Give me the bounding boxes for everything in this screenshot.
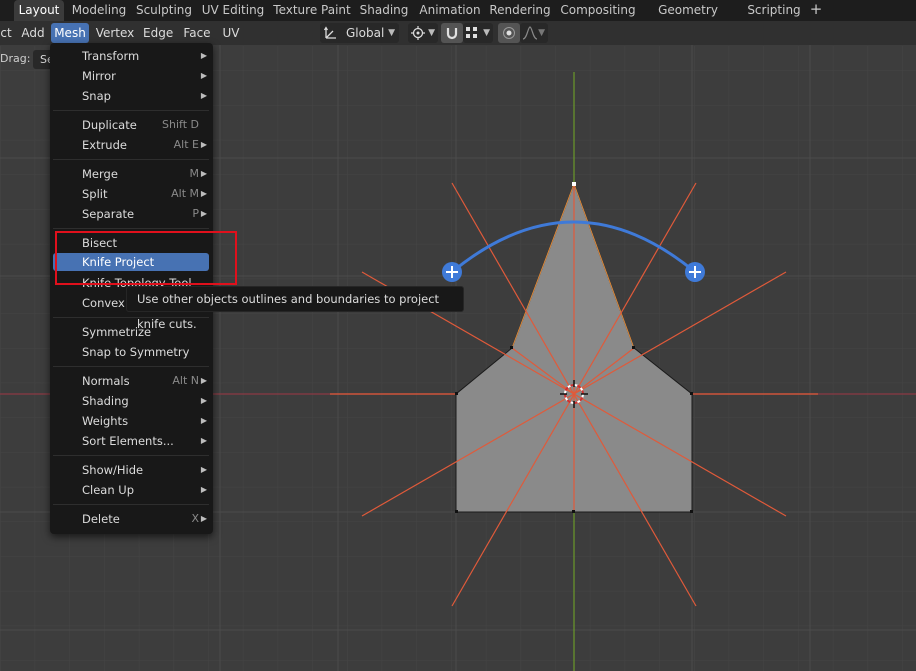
header-menu-edge[interactable]: Edge xyxy=(143,23,173,43)
submenu-arrow-icon: ▶ xyxy=(200,436,207,445)
menu-separator xyxy=(53,159,209,160)
submenu-arrow-icon: ▶ xyxy=(200,71,207,80)
submenu-arrow-icon: ▶ xyxy=(200,396,207,405)
menu-separator xyxy=(53,455,209,456)
menu-separator xyxy=(53,366,209,367)
menu-separator xyxy=(53,110,209,111)
submenu-arrow-icon: ▶ xyxy=(200,169,207,178)
shortcut-label: X xyxy=(191,512,199,525)
menu-item-split[interactable]: Split Alt M ▶ xyxy=(53,184,209,204)
submenu-arrow-icon: ▶ xyxy=(200,189,207,198)
tab-shading[interactable]: Shading xyxy=(358,0,410,21)
pivot-point-icon xyxy=(411,26,425,40)
menu-item-show-hide[interactable]: Show/Hide ▶ xyxy=(53,460,209,480)
chevron-down-icon: ▼ xyxy=(428,28,435,38)
submenu-arrow-icon: ▶ xyxy=(200,465,207,474)
tooltip: Use other objects outlines and boundarie… xyxy=(126,286,464,331)
header-menu-face[interactable]: Face xyxy=(181,23,213,43)
tab-rendering[interactable]: Rendering xyxy=(489,0,551,21)
menu-item-mirror[interactable]: Mirror ▶ xyxy=(53,66,209,86)
submenu-arrow-icon: ▶ xyxy=(200,485,207,494)
menu-item-snap[interactable]: Snap ▶ xyxy=(53,86,209,106)
pivot-point-dropdown[interactable]: ▼ xyxy=(408,23,438,43)
menu-item-clean-up[interactable]: Clean Up ▶ xyxy=(53,480,209,500)
viewport-header: ct Add Mesh Vertex Edge Face UV Global ▼… xyxy=(0,21,916,45)
header-menu-mesh[interactable]: Mesh xyxy=(51,23,89,43)
menu-item-delete[interactable]: Delete X ▶ xyxy=(53,509,209,529)
header-menu-add[interactable]: Add xyxy=(19,23,47,43)
orientation-value: Global xyxy=(346,26,385,40)
tab-texture-paint[interactable]: Texture Paint xyxy=(272,0,352,21)
header-menu-vertex[interactable]: Vertex xyxy=(95,23,135,43)
orientation-axes-icon xyxy=(324,26,336,39)
submenu-arrow-icon: ▶ xyxy=(200,51,207,60)
submenu-arrow-icon: ▶ xyxy=(200,140,207,149)
chevron-down-icon: ▼ xyxy=(388,28,395,38)
menu-item-extrude[interactable]: Extrude Alt E ▶ xyxy=(53,135,209,155)
chevron-down-icon: ▼ xyxy=(483,28,490,38)
gizmo-handle-right[interactable] xyxy=(685,262,705,282)
annotation-highlight-box xyxy=(55,231,237,285)
shortcut-label: Alt E xyxy=(173,138,199,151)
shortcut-label: Shift D xyxy=(162,118,199,131)
menu-item-separate[interactable]: Separate P ▶ xyxy=(53,204,209,224)
snap-increment-icon xyxy=(466,27,477,38)
header-menu-uv[interactable]: UV xyxy=(220,23,242,43)
menu-item-weights[interactable]: Weights ▶ xyxy=(53,411,209,431)
tab-modeling[interactable]: Modeling xyxy=(70,0,128,21)
add-workspace-button[interactable]: + xyxy=(807,0,825,21)
submenu-arrow-icon: ▶ xyxy=(200,514,207,523)
workspace-tab-bar: Layout Modeling Sculpting UV Editing Tex… xyxy=(0,0,916,37)
menu-item-transform[interactable]: Transform ▶ xyxy=(53,46,209,66)
gizmo-handle-left[interactable] xyxy=(442,262,462,282)
shortcut-label: M xyxy=(189,167,200,180)
magnet-icon xyxy=(446,28,458,40)
tab-sculpting[interactable]: Sculpting xyxy=(134,0,194,21)
menu-item-snap-to-symmetry[interactable]: Snap to Symmetry xyxy=(53,342,209,362)
header-menu-select[interactable]: ct xyxy=(0,23,12,43)
tab-geometry-nodes[interactable]: Geometry Nodes xyxy=(642,0,734,37)
menu-item-sort-elements[interactable]: Sort Elements... ▶ xyxy=(53,431,209,451)
shortcut-label: P xyxy=(192,207,199,220)
proportional-falloff-dropdown[interactable]: ▼ xyxy=(520,23,548,43)
tab-uv-editing[interactable]: UV Editing xyxy=(200,0,266,21)
tab-layout[interactable]: Layout xyxy=(14,0,64,21)
snap-toggle[interactable] xyxy=(441,23,463,43)
proportional-editing-toggle[interactable] xyxy=(498,23,520,43)
menu-item-shading[interactable]: Shading ▶ xyxy=(53,391,209,411)
tab-animation[interactable]: Animation xyxy=(418,0,482,21)
menu-separator xyxy=(53,228,209,229)
chevron-down-icon: ▼ xyxy=(538,28,545,38)
falloff-curve-icon xyxy=(523,26,537,40)
drag-label: Drag: xyxy=(0,52,31,65)
shortcut-label: Alt M xyxy=(171,187,199,200)
proportional-editing-icon xyxy=(503,27,515,39)
submenu-arrow-icon: ▶ xyxy=(200,416,207,425)
submenu-arrow-icon: ▶ xyxy=(200,376,207,385)
tab-scripting[interactable]: Scripting xyxy=(744,0,804,21)
shortcut-label: Alt N xyxy=(172,374,199,387)
menu-item-normals[interactable]: Normals Alt N ▶ xyxy=(53,371,209,391)
transform-orientation-dropdown[interactable]: Global ▼ xyxy=(320,23,399,43)
snap-target-dropdown[interactable]: ▼ xyxy=(463,23,493,43)
menu-item-duplicate[interactable]: Duplicate Shift D xyxy=(53,115,209,135)
menu-item-merge[interactable]: Merge M ▶ xyxy=(53,164,209,184)
menu-separator xyxy=(53,504,209,505)
submenu-arrow-icon: ▶ xyxy=(200,209,207,218)
tab-compositing[interactable]: Compositing xyxy=(558,0,638,21)
submenu-arrow-icon: ▶ xyxy=(200,91,207,100)
